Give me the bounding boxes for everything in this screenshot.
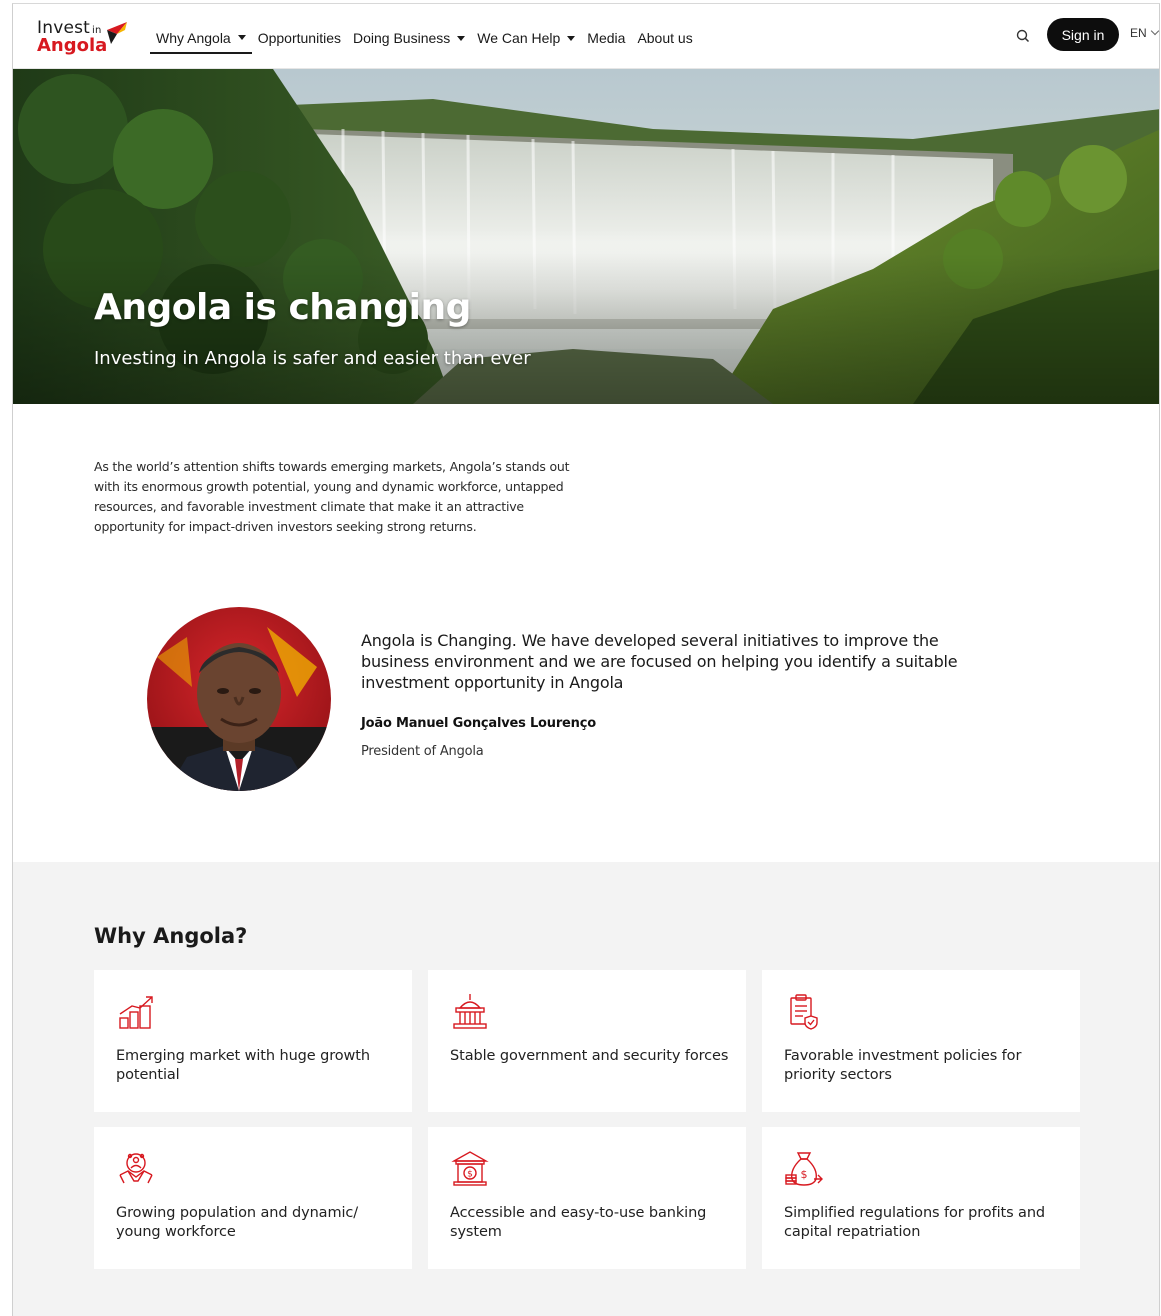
nav-we-can-help-label: We Can Help [477, 30, 561, 46]
caret-down-icon [567, 35, 576, 41]
money-bag-icon: $ [785, 1152, 823, 1186]
main-nav: Why Angola Opportunities Doing Business … [150, 23, 705, 54]
growth-chart-icon [119, 996, 153, 1029]
logo-flag-mark-icon [107, 22, 127, 44]
government-building-icon [453, 994, 487, 1029]
nav-doing-business[interactable]: Doing Business [353, 24, 466, 52]
hero-title: Angola is changing [94, 287, 471, 328]
president-photo-image [147, 607, 331, 791]
chevron-down-icon [1150, 26, 1159, 36]
hero-banner: Angola is changing Investing in Angola i… [13, 69, 1159, 404]
language-selector[interactable]: EN [1130, 26, 1159, 40]
nav-why-angola-label: Why Angola [156, 29, 231, 46]
hero-subtitle: Investing in Angola is safer and easier … [94, 348, 531, 369]
caret-down-icon [457, 35, 466, 41]
quote-author-name: João Manuel Gonçalves Lourenço [361, 716, 596, 731]
why-card-population[interactable]: Growing population and dynamic/ young wo… [94, 1127, 412, 1269]
handshake-people-icon [119, 1153, 153, 1184]
why-angola-section: Why Angola? Emerging market with huge gr… [13, 862, 1159, 1316]
why-angola-heading: Why Angola? [94, 924, 248, 948]
why-card-government-label: Stable government and security forces [450, 1048, 729, 1064]
intro-paragraph: As the world’s attention shifts towards … [94, 459, 570, 534]
nav-media[interactable]: Media [587, 24, 625, 52]
why-card-population-label: Growing population and dynamic/ young wo… [116, 1205, 359, 1240]
svg-text:$: $ [467, 1170, 473, 1180]
why-card-government[interactable]: Stable government and security forces [428, 970, 746, 1112]
why-card-policies[interactable]: Favorable investment policies for priori… [762, 970, 1080, 1112]
why-card-growth-label: Emerging market with huge growth potenti… [116, 1048, 370, 1083]
why-card-regulations[interactable]: $ Simplified regulations for profits and… [762, 1127, 1080, 1269]
site-header: Invest in Angola Why Angola Opportunities… [13, 4, 1159, 69]
svg-text:$: $ [801, 1168, 808, 1181]
page-frame: Invest in Angola Why Angola Opportunities… [12, 3, 1160, 1316]
search-button[interactable] [1013, 26, 1033, 46]
nav-media-label: Media [587, 30, 626, 46]
nav-opportunities[interactable]: Opportunities [258, 24, 341, 52]
search-icon [1016, 29, 1030, 43]
president-portrait [147, 607, 331, 791]
why-card-regulations-label: Simplified regulations for profits and c… [784, 1205, 1046, 1240]
sign-in-button[interactable]: Sign in [1047, 18, 1119, 51]
nav-we-can-help[interactable]: We Can Help [477, 24, 576, 52]
why-card-growth[interactable]: Emerging market with huge growth potenti… [94, 970, 412, 1112]
why-card-banking-label: Accessible and easy-to-use banking syste… [450, 1205, 707, 1240]
invest-in-angola-logo[interactable]: Invest in Angola [37, 18, 137, 58]
language-label: EN [1130, 26, 1147, 40]
nav-about-us[interactable]: About us [637, 24, 692, 52]
logo-angola-text: Angola [37, 35, 108, 56]
nav-doing-business-label: Doing Business [353, 30, 451, 46]
why-card-policies-label: Favorable investment policies for priori… [784, 1048, 1022, 1083]
sign-in-label: Sign in [1061, 26, 1105, 43]
bank-icon: $ [451, 1151, 489, 1186]
why-card-banking[interactable]: $ Accessible and easy-to-use banking sys… [428, 1127, 746, 1269]
caret-down-icon [237, 35, 246, 40]
nav-why-angola[interactable]: Why Angola [150, 23, 252, 54]
president-quote: Angola is Changing. We have developed se… [361, 631, 958, 692]
quote-author-role: President of Angola [361, 744, 484, 759]
nav-opportunities-label: Opportunities [257, 30, 341, 46]
nav-about-us-label: About us [637, 30, 693, 46]
policy-document-icon [790, 994, 818, 1030]
